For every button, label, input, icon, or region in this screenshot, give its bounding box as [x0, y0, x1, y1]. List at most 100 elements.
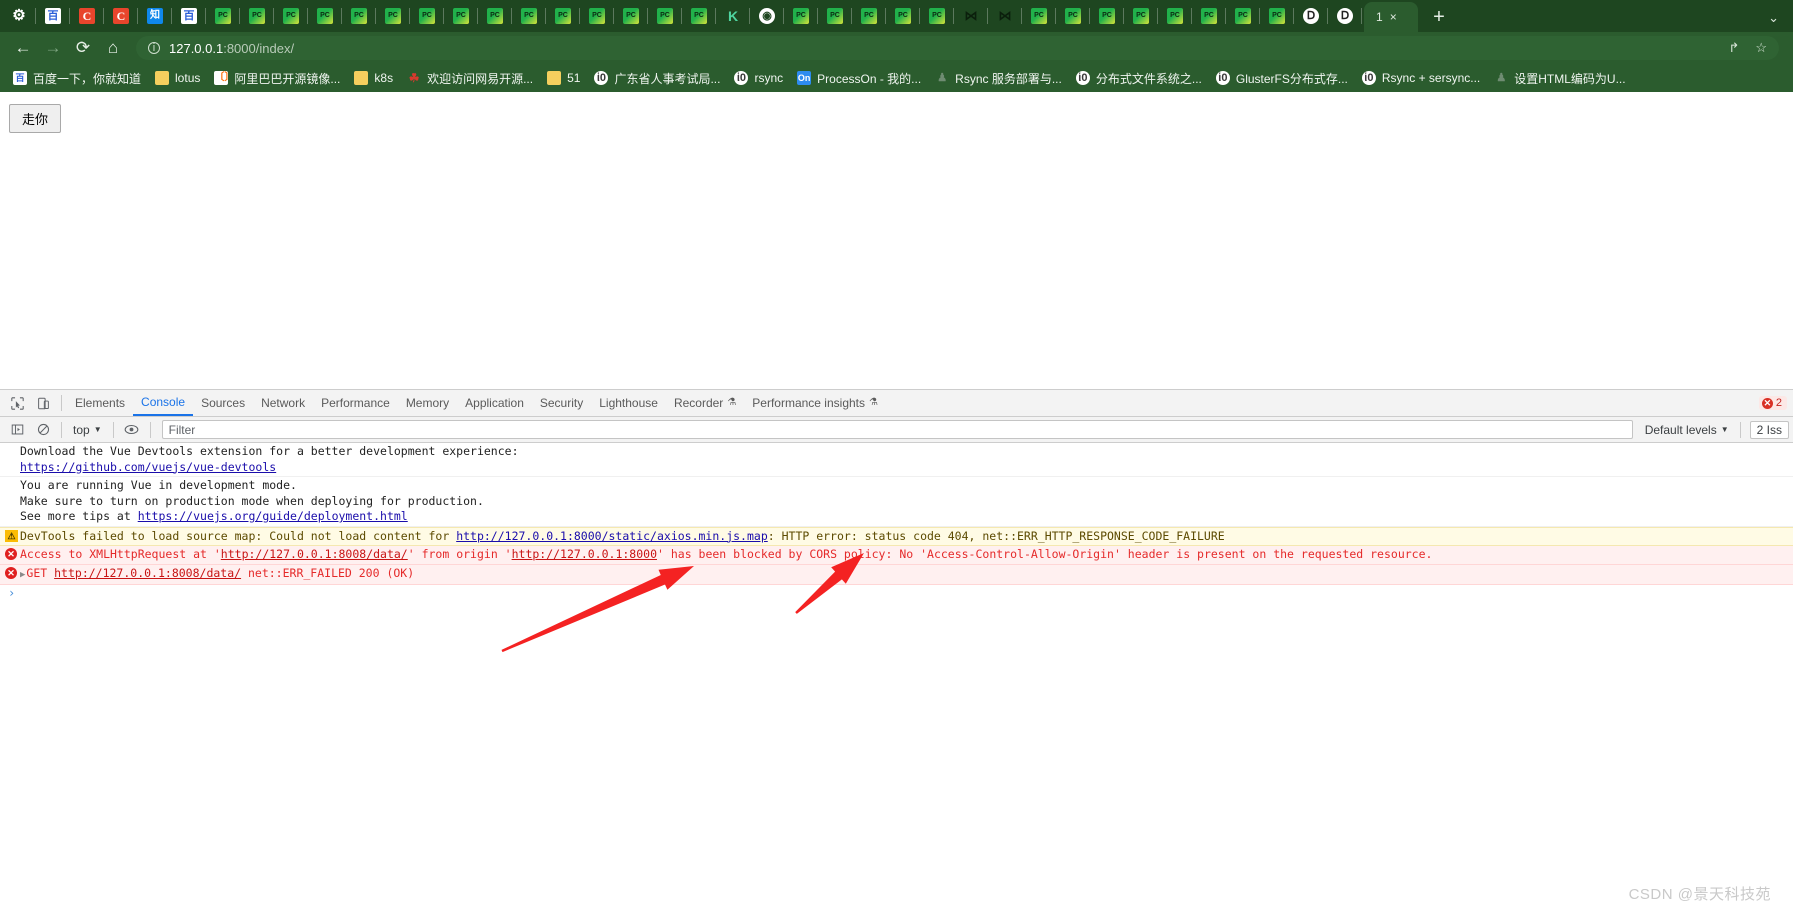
back-icon[interactable]: ←	[8, 34, 38, 62]
share-icon[interactable]: ↱	[1728, 40, 1739, 56]
pinned-tab[interactable]: PC	[376, 0, 410, 32]
devtools-tab-label: Recorder	[673, 396, 724, 410]
console-sidebar-icon[interactable]	[4, 418, 30, 442]
bookmark-item[interactable]: 百百度一下，你就知道	[6, 68, 148, 89]
pinned-tab[interactable]: PC	[1226, 0, 1260, 32]
bookmark-star-icon[interactable]: ☆	[1755, 40, 1767, 56]
console-link[interactable]: https://vuejs.org/guide/deployment.html	[138, 509, 408, 523]
filter-input[interactable]: Filter	[161, 420, 1633, 439]
pinned-tab[interactable]: PC	[342, 0, 376, 32]
pinned-tab[interactable]: PC	[478, 0, 512, 32]
bookmark-item[interactable]: ἱ0 GlusterFS分布式存...	[1209, 68, 1355, 89]
bookmark-item[interactable]: ἱ0 分布式文件系统之...	[1069, 68, 1209, 89]
error-count-badge[interactable]: ✕ 2	[1758, 396, 1787, 410]
pinned-tab[interactable]: ◉	[750, 0, 784, 32]
pinned-tab[interactable]: PC	[852, 0, 886, 32]
devtools-tab-recorder[interactable]: Recorder ⚗	[666, 390, 744, 416]
pinned-tab[interactable]: PC	[410, 0, 444, 32]
pinned-tab[interactable]: PC	[648, 0, 682, 32]
bookmark-item[interactable]: ☘ 欢迎访问网易开源...	[400, 68, 540, 89]
pinned-tab[interactable]: 知	[138, 0, 172, 32]
pinned-tab[interactable]: PC	[920, 0, 954, 32]
expand-triangle-icon[interactable]: ▶	[20, 568, 25, 584]
console-link[interactable]: http://127.0.0.1:8008/data/	[54, 566, 241, 580]
devtools-tab-console[interactable]: Console	[133, 390, 194, 416]
console-prompt[interactable]: ›	[0, 585, 1793, 603]
pinned-tab[interactable]: PC	[308, 0, 342, 32]
devtools-tab-performance[interactable]: Performance	[313, 390, 398, 416]
pinned-tab[interactable]: PC	[1260, 0, 1294, 32]
pinned-tab[interactable]: PC	[614, 0, 648, 32]
clear-console-icon[interactable]	[30, 418, 56, 442]
devtools-tab-application[interactable]: Application	[457, 390, 532, 416]
console-output[interactable]: Download the Vue Devtools extension for …	[0, 443, 1793, 918]
chevron-down-icon[interactable]: ⌄	[1768, 10, 1779, 32]
pinned-tab[interactable]: PC	[1124, 0, 1158, 32]
pinned-tab[interactable]: PC	[682, 0, 716, 32]
devtools-tab-network[interactable]: Network	[253, 390, 313, 416]
devtools-tab-elements[interactable]: Elements	[67, 390, 133, 416]
live-expression-icon[interactable]	[119, 418, 145, 442]
address-bar[interactable]: i 127.0.0.1:8000/index/ ↱ ☆	[136, 36, 1779, 60]
pinned-tab[interactable]: ⚙	[2, 0, 36, 32]
pinned-tab[interactable]: C	[104, 0, 138, 32]
log-levels-select[interactable]: Default levels ▼	[1639, 423, 1735, 437]
pinned-tab[interactable]: PC	[1090, 0, 1124, 32]
console-text: You are running Vue in development mode.	[20, 478, 297, 492]
bookmark-item[interactable]: ἱ0 广东省人事考试局...	[587, 68, 727, 89]
pinned-tab[interactable]: PC	[1056, 0, 1090, 32]
devtools-tab-performance-insights[interactable]: Performance insights ⚗	[744, 390, 886, 416]
bookmark-item[interactable]: ♟ 设置HTML编码为U...	[1487, 68, 1632, 89]
reload-icon[interactable]: ⟳	[68, 34, 98, 62]
new-tab-button[interactable]: +	[1424, 4, 1454, 32]
console-link[interactable]: http://127.0.0.1:8000/static/axios.min.j…	[456, 529, 768, 543]
pinned-tab[interactable]: PC	[580, 0, 614, 32]
pinned-tab[interactable]: 百	[172, 0, 206, 32]
bookmark-item[interactable]: 〔〕 阿里巴巴开源镜像...	[207, 68, 347, 89]
close-icon[interactable]: ×	[1390, 10, 1397, 24]
pinned-tab[interactable]: PC	[274, 0, 308, 32]
pinned-tab[interactable]: PC	[1192, 0, 1226, 32]
devtools-tab-lighthouse[interactable]: Lighthouse	[591, 390, 666, 416]
pinned-tab[interactable]: C	[70, 0, 104, 32]
pinned-tab[interactable]: 百	[36, 0, 70, 32]
pinned-tab[interactable]: PC	[818, 0, 852, 32]
pinned-tab[interactable]: PC	[886, 0, 920, 32]
pinned-tab[interactable]: ᗞ	[1328, 0, 1362, 32]
bookmark-item[interactable]: ἱ0 Rsync + sersync...	[1355, 69, 1487, 87]
browser-toolbar: ← → ⟳ ⌂ i 127.0.0.1:8000/index/ ↱ ☆	[0, 32, 1793, 64]
bookmark-item[interactable]: On ProcessOn - 我的...	[790, 68, 928, 89]
console-link[interactable]: https://github.com/vuejs/vue-devtools	[20, 460, 276, 474]
pinned-tab[interactable]: PC	[206, 0, 240, 32]
pinned-tab[interactable]: PC	[444, 0, 478, 32]
forward-icon[interactable]: →	[38, 34, 68, 62]
pinned-tab[interactable]: PC	[1158, 0, 1192, 32]
active-tab[interactable]: 1 ×	[1364, 2, 1418, 32]
bookmark-item[interactable]: 51	[540, 69, 587, 87]
home-icon[interactable]: ⌂	[98, 34, 128, 62]
pinned-tab[interactable]: ᗞ	[1294, 0, 1328, 32]
bookmark-item[interactable]: ἱ0 rsync	[727, 69, 790, 87]
pinned-tab[interactable]: ⋈	[988, 0, 1022, 32]
pinned-tab[interactable]: PC	[240, 0, 274, 32]
pinned-tab[interactable]: K	[716, 0, 750, 32]
console-link[interactable]: http://127.0.0.1:8000	[512, 547, 657, 561]
devtools-tab-security[interactable]: Security	[532, 390, 591, 416]
site-info-icon[interactable]: i	[148, 42, 160, 54]
pinned-tab[interactable]: PC	[1022, 0, 1056, 32]
inspect-element-icon[interactable]	[4, 391, 30, 415]
devtools-tab-sources[interactable]: Sources	[193, 390, 253, 416]
pinned-tab[interactable]: ⋈	[954, 0, 988, 32]
bookmark-item[interactable]: ♟ Rsync 服务部署与...	[928, 68, 1069, 89]
execution-context-select[interactable]: top ▼	[67, 422, 108, 438]
device-toolbar-icon[interactable]	[30, 391, 56, 415]
issues-button[interactable]: 2 Iss	[1749, 420, 1789, 439]
pinned-tab[interactable]: PC	[784, 0, 818, 32]
go-button[interactable]: 走你	[9, 104, 62, 133]
console-link[interactable]: http://127.0.0.1:8008/data/	[221, 547, 408, 561]
devtools-tab-memory[interactable]: Memory	[398, 390, 457, 416]
pinned-tab[interactable]: PC	[512, 0, 546, 32]
pinned-tab[interactable]: PC	[546, 0, 580, 32]
bookmark-item[interactable]: k8s	[347, 69, 400, 87]
bookmark-item[interactable]: lotus	[148, 69, 207, 87]
